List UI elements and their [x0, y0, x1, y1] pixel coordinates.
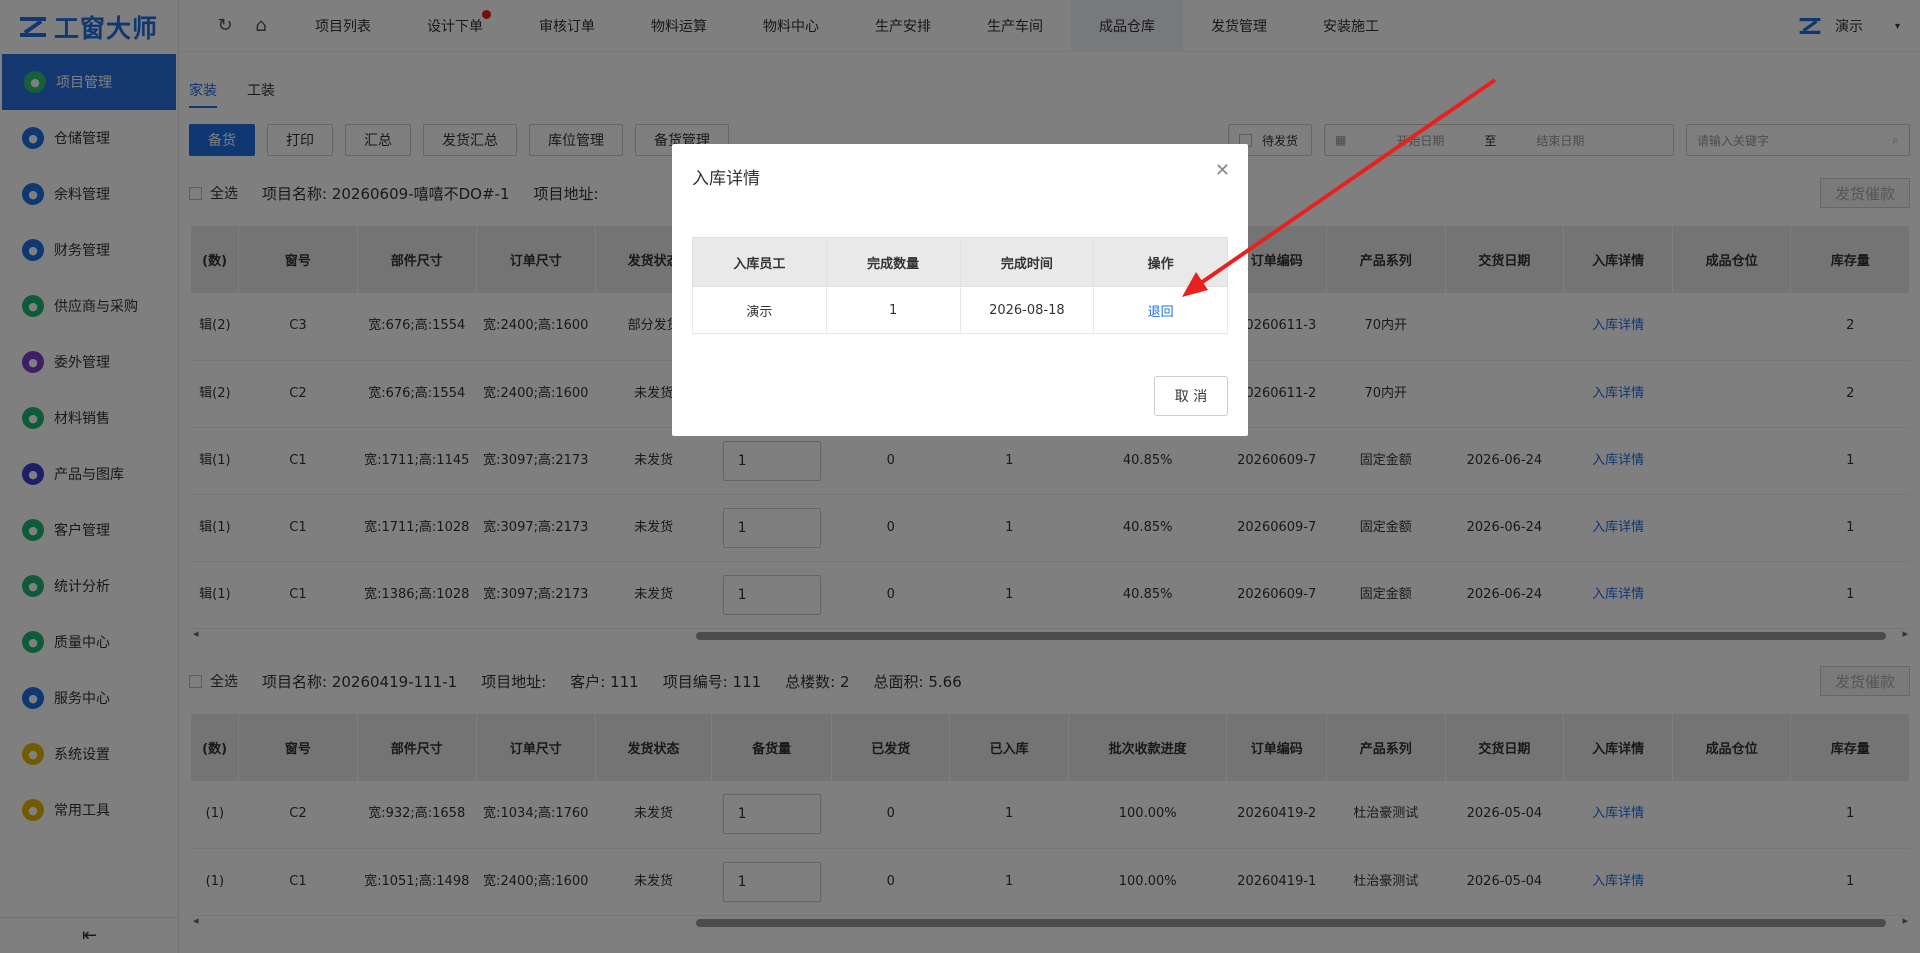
- cell-qty: 1: [825, 286, 961, 334]
- dialog-title: 入库详情: [692, 169, 760, 189]
- cell-time: 2026-08-18: [959, 286, 1095, 334]
- header-employee: 入库员工: [692, 237, 827, 287]
- header-time: 完成时间: [959, 237, 1095, 287]
- stock-in-detail-dialog: 入库详情 ✕ 入库员工 完成数量 完成时间 操作 演示 1 2026-08-18…: [672, 144, 1248, 436]
- table-row: 演示 1 2026-08-18 退回: [692, 286, 1228, 334]
- close-icon[interactable]: ✕: [1215, 160, 1230, 181]
- return-link[interactable]: 退回: [1093, 286, 1228, 334]
- header-action: 操作: [1093, 237, 1228, 287]
- cancel-button[interactable]: 取 消: [1154, 376, 1228, 416]
- stock-in-table: 入库员工 完成数量 完成时间 操作 演示 1 2026-08-18 退回: [692, 237, 1228, 334]
- cell-employee: 演示: [692, 286, 827, 334]
- header-qty: 完成数量: [825, 237, 961, 287]
- modal-overlay[interactable]: [0, 0, 1920, 953]
